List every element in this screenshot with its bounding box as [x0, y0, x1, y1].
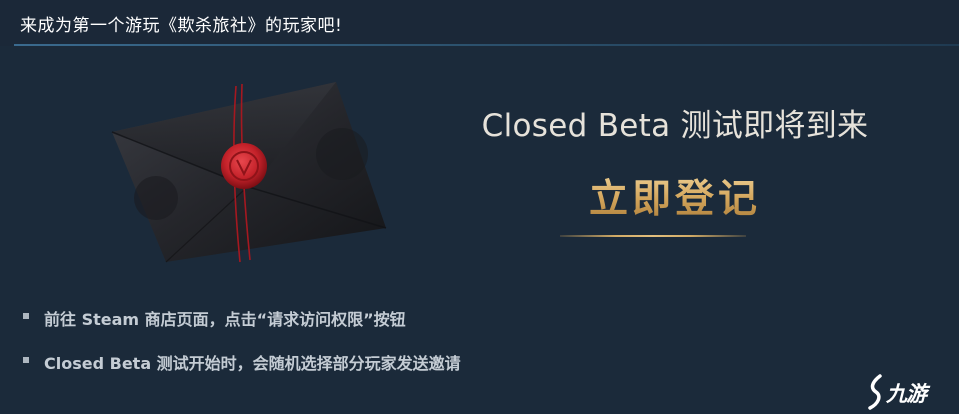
- list-item-text: 前往 Steam 商店页面，点击“请求访问权限”按钮: [44, 310, 406, 329]
- bullet-square-icon: [23, 357, 29, 363]
- list-item-text: Closed Beta 测试开始时，会随机选择部分玩家发送邀请: [44, 354, 461, 373]
- beta-announcement-title: Closed Beta 测试即将到来: [481, 108, 869, 144]
- page-header: 来成为第一个游玩《欺杀旅社》的玩家吧!: [0, 0, 959, 44]
- site-watermark: 九游: [866, 372, 956, 412]
- gold-divider: [560, 235, 746, 237]
- header-title: 来成为第一个游玩《欺杀旅社》的玩家吧!: [20, 16, 343, 36]
- register-now-button[interactable]: 立即登记: [430, 168, 920, 224]
- watermark-logo-icon: [868, 374, 882, 410]
- envelope-image: [104, 80, 390, 264]
- watermark-text: 九游: [886, 382, 927, 406]
- bullet-square-icon: [23, 313, 29, 319]
- promo-banner: Closed Beta 测试即将到来 立即登记 前往 Steam 商店页面，点击…: [0, 46, 959, 414]
- beta-signup-panel: Closed Beta 测试即将到来 立即登记: [430, 100, 920, 250]
